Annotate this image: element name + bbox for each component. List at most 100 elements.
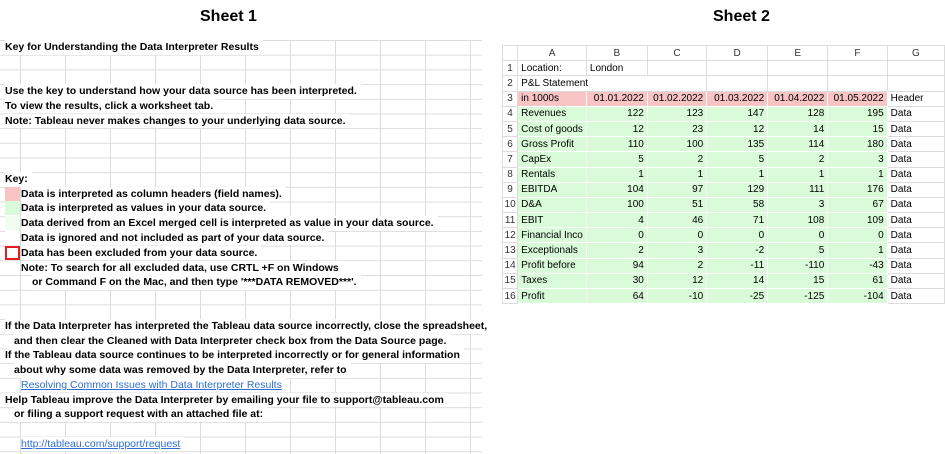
cell[interactable]	[827, 75, 888, 92]
column-header[interactable]: D	[706, 44, 769, 62]
cell[interactable]: Data	[886, 166, 945, 183]
cell[interactable]: 15	[827, 121, 888, 137]
row-header[interactable]: 7	[501, 151, 519, 168]
row-header[interactable]: 11	[501, 212, 519, 229]
cell[interactable]: 195	[827, 106, 888, 122]
cell[interactable]: Header	[886, 90, 945, 107]
cell[interactable]: 97	[647, 182, 707, 198]
row-header[interactable]: 1	[501, 60, 519, 77]
row-header[interactable]: 9	[501, 181, 519, 198]
cell[interactable]: D&A	[517, 197, 587, 213]
cell[interactable]: Data	[886, 105, 945, 122]
cell[interactable]: 114	[767, 136, 828, 152]
cell[interactable]: 180	[827, 136, 888, 152]
row-header[interactable]: 6	[501, 136, 519, 153]
row-header[interactable]: 10	[501, 196, 519, 214]
cell[interactable]: 128	[767, 106, 828, 122]
cell[interactable]	[706, 75, 769, 92]
cell[interactable]: 100	[647, 136, 707, 152]
cell[interactable]: 2	[767, 151, 828, 167]
cell[interactable]: 0	[647, 227, 707, 243]
cell[interactable]: 71	[706, 212, 768, 228]
cell[interactable]: CapEx	[517, 151, 587, 167]
row-header[interactable]: 15	[501, 272, 519, 290]
cell[interactable]: 1	[827, 167, 888, 183]
cell[interactable]: 30	[586, 273, 648, 289]
cell[interactable]: 94	[586, 258, 648, 274]
support-request-link[interactable]: http://tableau.com/support/request	[21, 438, 180, 450]
cell[interactable]: 3	[647, 242, 707, 259]
cell[interactable]: 1	[647, 167, 707, 183]
cell[interactable]: 109	[827, 212, 888, 228]
cell[interactable]: 135	[706, 136, 768, 152]
cell[interactable]: 0	[706, 227, 768, 243]
cell[interactable]: 1	[827, 242, 888, 259]
cell[interactable]: 176	[827, 182, 888, 198]
cell[interactable]: Data	[886, 136, 945, 153]
cell[interactable]: Data	[886, 212, 945, 229]
cell[interactable]: 104	[586, 182, 648, 198]
cell[interactable]: 0	[827, 227, 888, 243]
cell[interactable]: 5	[706, 151, 768, 167]
cell[interactable]: 110	[586, 136, 648, 152]
cell[interactable]: 5	[767, 242, 828, 259]
cell[interactable]: Rentals	[517, 167, 587, 183]
cell[interactable]: 100	[586, 197, 648, 213]
cell[interactable]: 122	[586, 106, 648, 122]
cell[interactable]	[886, 75, 945, 92]
cell[interactable]: 46	[647, 212, 707, 228]
cell[interactable]: Revenues	[517, 106, 587, 122]
cell[interactable]: Data	[886, 196, 945, 214]
column-header[interactable]: A	[517, 44, 587, 62]
cell[interactable]: 15	[767, 273, 828, 289]
row-header[interactable]: 4	[501, 105, 519, 122]
cell[interactable]	[646, 60, 708, 77]
cell[interactable]: 129	[706, 182, 768, 198]
cell[interactable]: Data	[886, 120, 945, 138]
cell[interactable]: 14	[767, 121, 828, 137]
cell[interactable]: Profit	[517, 288, 587, 304]
column-header[interactable]: G	[886, 44, 945, 62]
cell[interactable]	[886, 60, 945, 77]
cell[interactable]: -2	[706, 242, 768, 259]
cell[interactable]: P&L Statement	[517, 75, 648, 92]
cell[interactable]	[706, 60, 769, 77]
cell[interactable]: 67	[827, 197, 888, 213]
cell[interactable]	[646, 75, 708, 92]
cell[interactable]: 01.05.2022	[827, 91, 888, 107]
cell[interactable]: -104	[827, 288, 888, 304]
column-header[interactable]: F	[827, 44, 888, 62]
cell[interactable]: -43	[827, 258, 888, 274]
cell[interactable]: -25	[706, 288, 768, 304]
cell[interactable]: 2	[647, 258, 707, 274]
cell[interactable]: 123	[647, 106, 707, 122]
column-header[interactable]: E	[767, 44, 829, 62]
cell[interactable]: 1	[586, 167, 648, 183]
cell[interactable]: 1	[706, 167, 768, 183]
row-header[interactable]: 5	[501, 120, 519, 138]
cell[interactable]: Data	[886, 272, 945, 290]
cell[interactable]	[827, 60, 888, 77]
cell[interactable]: 1	[767, 167, 828, 183]
cell[interactable]: 01.01.2022	[586, 91, 648, 107]
row-header[interactable]: 8	[501, 166, 519, 183]
cell[interactable]: 01.02.2022	[647, 91, 707, 107]
cell[interactable]: 108	[767, 212, 828, 228]
cell[interactable]: Cost of goods	[517, 121, 587, 137]
cell[interactable]: 147	[706, 106, 768, 122]
row-header[interactable]: 12	[501, 227, 519, 244]
cell[interactable]: -11	[706, 258, 768, 274]
cell[interactable]: 58	[706, 197, 768, 213]
cell[interactable]: 64	[586, 288, 648, 304]
cell[interactable]	[767, 60, 829, 77]
cell[interactable]: 3	[827, 151, 888, 167]
cell[interactable]: Taxes	[517, 273, 587, 289]
row-header[interactable]: 2	[501, 75, 519, 92]
cell[interactable]: Data	[886, 257, 945, 274]
cell[interactable]: 01.04.2022	[767, 91, 828, 107]
row-header[interactable]: 16	[501, 287, 519, 305]
cell[interactable]: Data	[886, 242, 945, 259]
column-header[interactable]: B	[585, 44, 648, 62]
cell[interactable]: Gross Profit	[517, 136, 587, 152]
row-header[interactable]: 13	[501, 242, 519, 259]
